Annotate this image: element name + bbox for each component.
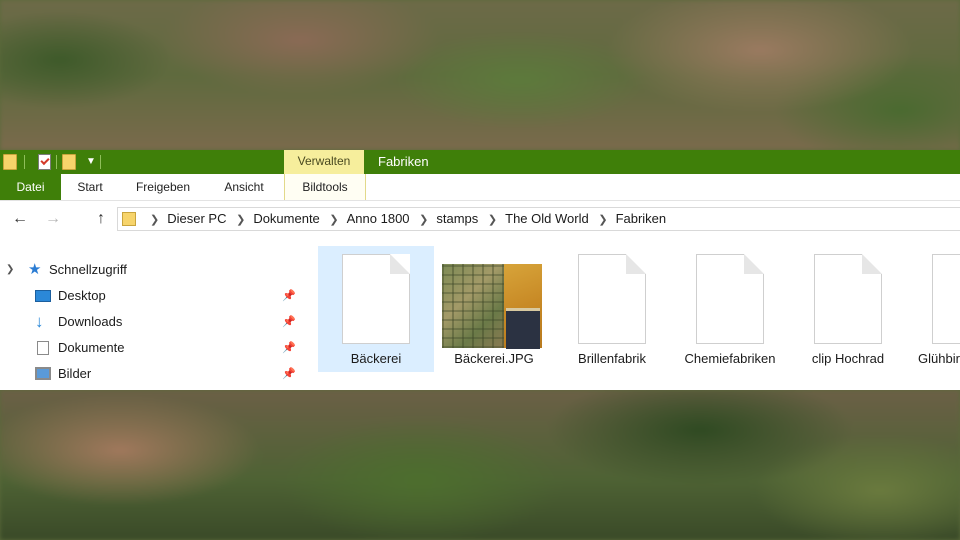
nav-item-desktop[interactable]: Desktop 📌: [0, 283, 302, 309]
file-tile[interactable]: Brillenfabrik: [554, 246, 670, 372]
tab-freigeben[interactable]: Freigeben: [124, 174, 202, 200]
pin-icon: 📌: [282, 368, 296, 380]
navigation-row: ← → ↑ ❯ Dieser PC ❯ Dokumente ❯ Anno 1800 ❯…: [0, 201, 960, 237]
nav-item-label: Bilder: [58, 366, 92, 381]
qat-separator: [24, 155, 25, 169]
chevron-down-icon[interactable]: ❯: [6, 257, 14, 283]
up-arrow-icon[interactable]: ↑: [91, 209, 111, 229]
new-folder-icon[interactable]: [62, 154, 76, 170]
file-explorer-window: ▼ Verwalten Fabriken Datei Start Freigeb…: [0, 150, 960, 390]
breadcrumb-item[interactable]: Fabriken: [616, 211, 667, 226]
file-icon: [342, 254, 410, 344]
folder-icon[interactable]: [3, 154, 17, 170]
nav-item-label: Dokumente: [58, 340, 125, 355]
file-tile[interactable]: Bäckerei: [318, 246, 434, 372]
pin-icon: 📌: [282, 342, 296, 354]
file-name: Chemiefabriken: [684, 351, 776, 366]
file-name: Brillenfabrik: [578, 351, 646, 366]
breadcrumb-item[interactable]: The Old World: [505, 211, 589, 226]
chevron-right-icon[interactable]: ❯: [598, 214, 607, 226]
image-thumbnail-icon: [442, 254, 542, 349]
pin-icon: 📌: [282, 290, 296, 302]
chevron-right-icon[interactable]: ❯: [488, 214, 497, 226]
pictures-icon: [35, 367, 51, 380]
file-icon: [814, 254, 882, 344]
nav-item-label: Schnellzugriff: [49, 262, 127, 277]
nav-item-bilder[interactable]: Bilder 📌: [0, 361, 302, 387]
tab-start[interactable]: Start: [62, 174, 118, 200]
file-tile[interactable]: Chemiefabriken: [672, 246, 788, 372]
desktop-icon: [35, 290, 51, 302]
properties-icon[interactable]: [38, 154, 52, 170]
breadcrumb-item[interactable]: stamps: [436, 211, 478, 226]
forward-arrow-icon[interactable]: →: [43, 209, 63, 229]
address-bar[interactable]: ❯ Dieser PC ❯ Dokumente ❯ Anno 1800 ❯ stamps…: [117, 207, 960, 231]
address-folder-icon: [122, 212, 136, 226]
chevron-right-icon[interactable]: ❯: [150, 214, 159, 226]
blurred-background-bottom: [0, 390, 960, 540]
qat-customize-dropdown-icon[interactable]: ▼: [86, 155, 96, 169]
tab-datei[interactable]: Datei: [0, 174, 61, 200]
file-list: Bäckerei Bäckerei.JPG Brillenfabrik Chem…: [305, 245, 960, 390]
window-title: Fabriken: [378, 154, 429, 169]
breadcrumb: ❯ Dieser PC ❯ Dokumente ❯ Anno 1800 ❯ stamps…: [144, 208, 666, 230]
nav-item-downloads[interactable]: ↓ Downloads 📌: [0, 309, 302, 335]
file-name: clip Hochrad: [811, 351, 885, 366]
blurred-background-top: [0, 0, 960, 150]
nav-item-label: Downloads: [58, 314, 123, 329]
qat-separator: [100, 155, 101, 169]
chevron-right-icon[interactable]: ❯: [419, 214, 428, 226]
tab-ansicht[interactable]: Ansicht: [210, 174, 278, 200]
chevron-right-icon[interactable]: ❯: [236, 214, 245, 226]
breadcrumb-item[interactable]: Dieser PC: [167, 211, 226, 226]
downloads-icon: ↓: [35, 312, 44, 331]
context-tab-group-label: Verwalten: [284, 150, 364, 174]
qat-separator: [56, 155, 57, 169]
nav-item-label: Desktop: [58, 288, 106, 303]
documents-icon: [37, 341, 49, 355]
title-bar: ▼ Verwalten Fabriken: [0, 150, 960, 174]
breadcrumb-item[interactable]: Dokumente: [253, 211, 319, 226]
file-name: Bäckerei: [350, 351, 402, 366]
file-name: Glühbir: [918, 351, 960, 366]
file-tile[interactable]: clip Hochrad: [790, 246, 906, 372]
file-tile[interactable]: Glühbir: [908, 246, 960, 372]
pin-icon: 📌: [282, 316, 296, 328]
star-icon: ★: [28, 261, 42, 278]
tab-bildtools[interactable]: Bildtools: [284, 174, 366, 200]
chevron-right-icon[interactable]: ❯: [329, 214, 338, 226]
file-icon: [696, 254, 764, 344]
nav-item-dokumente[interactable]: Dokumente 📌: [0, 335, 302, 361]
file-icon: [932, 254, 960, 344]
ribbon-tabs: Datei Start Freigeben Ansicht Bildtools: [0, 174, 960, 201]
navigation-pane: ❯ ★ Schnellzugriff Desktop 📌 ↓ Downloads…: [0, 245, 302, 390]
file-name: Bäckerei.JPG: [454, 351, 534, 366]
nav-item-quick-access[interactable]: ❯ ★ Schnellzugriff: [0, 257, 302, 283]
file-tile[interactable]: Bäckerei.JPG: [436, 246, 552, 372]
breadcrumb-item[interactable]: Anno 1800: [347, 211, 410, 226]
back-arrow-icon[interactable]: ←: [10, 209, 30, 229]
file-icon: [578, 254, 646, 344]
